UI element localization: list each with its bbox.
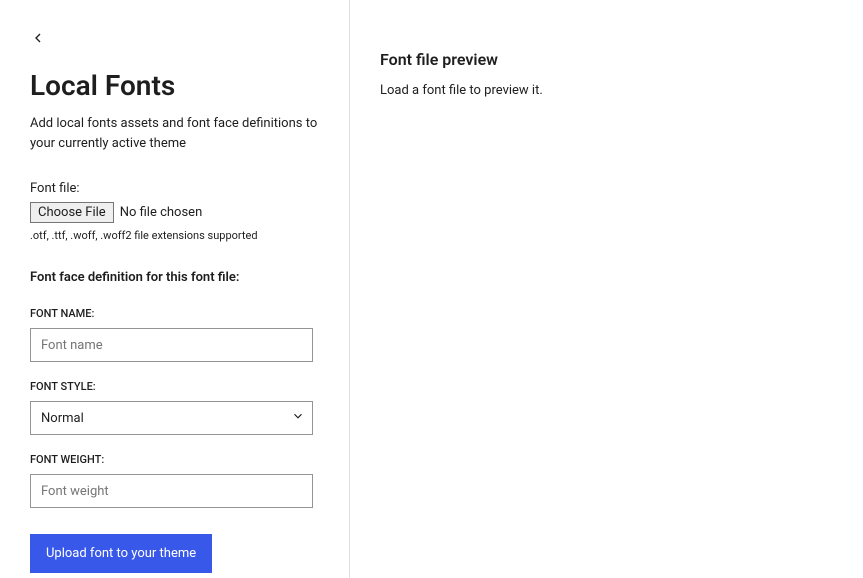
file-hint: .otf, .ttf, .woff, .woff2 file extension… — [30, 229, 319, 242]
font-name-label: FONT NAME: — [30, 307, 319, 320]
font-weight-field: FONT WEIGHT: — [30, 453, 319, 508]
preview-title: Font file preview — [380, 50, 833, 69]
font-weight-label: FONT WEIGHT: — [30, 453, 319, 466]
file-input-row: Choose File No file chosen — [30, 202, 319, 223]
font-name-field: FONT NAME: — [30, 307, 319, 362]
font-style-select[interactable]: Normal — [30, 401, 313, 435]
choose-file-button[interactable]: Choose File — [30, 202, 114, 223]
file-status-text: No file chosen — [120, 205, 203, 220]
chevron-left-icon — [30, 30, 46, 49]
page-description: Add local fonts assets and font face def… — [30, 114, 319, 153]
font-style-label: FONT STYLE: — [30, 380, 319, 393]
upload-button[interactable]: Upload font to your theme — [30, 534, 212, 573]
back-button[interactable] — [30, 30, 46, 49]
font-name-input[interactable] — [30, 328, 313, 362]
left-panel: Local Fonts Add local fonts assets and f… — [0, 0, 350, 578]
preview-message: Load a font file to preview it. — [380, 83, 833, 98]
section-title: Font face definition for this font file: — [30, 270, 319, 285]
font-file-label: Font file: — [30, 181, 319, 196]
font-weight-input[interactable] — [30, 474, 313, 508]
font-style-field: FONT STYLE: Normal — [30, 380, 319, 435]
page-title: Local Fonts — [30, 69, 319, 102]
right-panel: Font file preview Load a font file to pr… — [350, 0, 863, 578]
